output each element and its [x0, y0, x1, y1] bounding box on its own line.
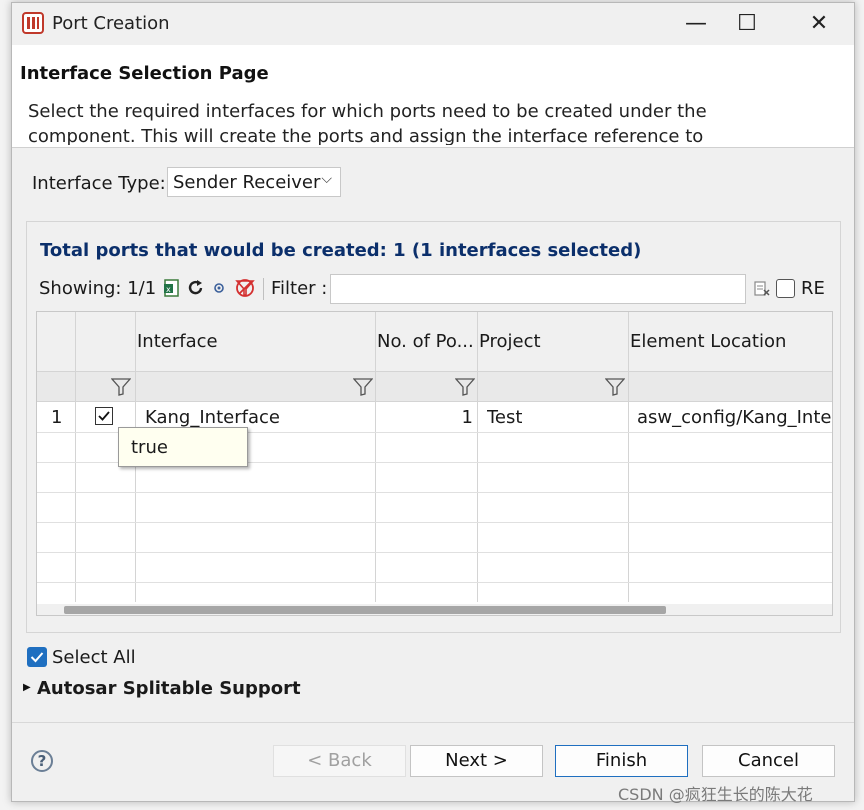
row-element-location[interactable]: asw_config/Kang_Inter [637, 403, 832, 433]
column-project [478, 312, 629, 602]
filter-funnel-icon[interactable] [605, 378, 625, 396]
row-project[interactable]: Test [487, 403, 625, 433]
header-element-location[interactable]: Element Location [630, 331, 830, 352]
row-select-checkbox[interactable] [95, 407, 113, 425]
autosar-splitable-section[interactable]: Autosar Splitable Support [37, 678, 301, 699]
checkmark-icon [98, 411, 110, 421]
help-icon[interactable]: ? [31, 750, 53, 772]
column-index [37, 312, 76, 602]
svg-text:x: x [166, 285, 171, 294]
total-ports-summary: Total ports that would be created: 1 (1 … [40, 240, 642, 261]
close-button[interactable]: ✕ [797, 7, 841, 41]
column-location [629, 312, 832, 602]
header-interface[interactable]: Interface [137, 331, 373, 352]
column-ports [376, 312, 478, 602]
header-project[interactable]: Project [479, 331, 627, 352]
port-creation-dialog: Port Creation — ☐ ✕ Interface Selection … [11, 2, 855, 802]
wizard-header: Interface Selection Page Select the requ… [12, 45, 854, 148]
row-divider [37, 552, 832, 553]
expand-triangle-icon[interactable]: ▶ [23, 682, 31, 693]
settings-icon[interactable] [210, 278, 228, 298]
clear-filter-icon[interactable] [234, 278, 256, 298]
filter-funnel-icon[interactable] [111, 378, 131, 396]
tooltip-text: true [131, 437, 168, 458]
toolbar-separator [263, 278, 264, 300]
select-all-label[interactable]: Select All [52, 647, 136, 668]
row-ports[interactable]: 1 [377, 403, 473, 433]
select-all-checkbox[interactable] [27, 647, 47, 667]
header-ports[interactable]: No. of Po... [377, 331, 475, 352]
clear-text-icon[interactable] [753, 278, 771, 298]
app-icon [22, 12, 44, 34]
maximize-button[interactable]: ☐ [725, 7, 769, 41]
next-button[interactable]: Next > [410, 745, 543, 777]
interface-type-value: Sender Receiver [173, 172, 321, 193]
title-bar: Port Creation — ☐ ✕ [12, 3, 854, 45]
regex-checkbox[interactable] [776, 279, 795, 298]
footer-separator [12, 722, 854, 723]
row-divider [37, 522, 832, 523]
showing-count: Showing: 1/1 [39, 278, 157, 299]
watermark: CSDN @疯狂生长的陈大花 [618, 785, 813, 804]
page-title: Interface Selection Page [20, 63, 269, 84]
filter-funnel-icon[interactable] [455, 378, 475, 396]
page-description: Select the required interfaces for which… [28, 101, 707, 145]
filter-label: Filter : [271, 278, 328, 299]
window-title: Port Creation [52, 13, 170, 34]
regex-label: RE [801, 278, 825, 299]
checkmark-icon [30, 652, 44, 663]
cell-tooltip: true [118, 427, 248, 467]
row-index: 1 [51, 407, 63, 428]
filter-input[interactable] [330, 274, 746, 304]
chevron-down-icon: ⌵ [321, 171, 332, 187]
horizontal-scrollbar[interactable] [37, 604, 832, 615]
row-divider [37, 582, 832, 583]
refresh-icon[interactable] [187, 278, 205, 298]
minimize-button[interactable]: — [674, 7, 718, 41]
interface-type-select[interactable]: Sender Receiver ⌵ [167, 167, 341, 197]
back-button[interactable]: < Back [273, 745, 406, 777]
filter-funnel-icon[interactable] [353, 378, 373, 396]
cancel-button[interactable]: Cancel [702, 745, 835, 777]
finish-button[interactable]: Finish [555, 745, 688, 777]
scrollbar-thumb[interactable] [64, 606, 666, 614]
row-divider [37, 492, 832, 493]
excel-export-icon[interactable]: x [163, 278, 181, 298]
interface-type-label: Interface Type: [32, 173, 166, 194]
